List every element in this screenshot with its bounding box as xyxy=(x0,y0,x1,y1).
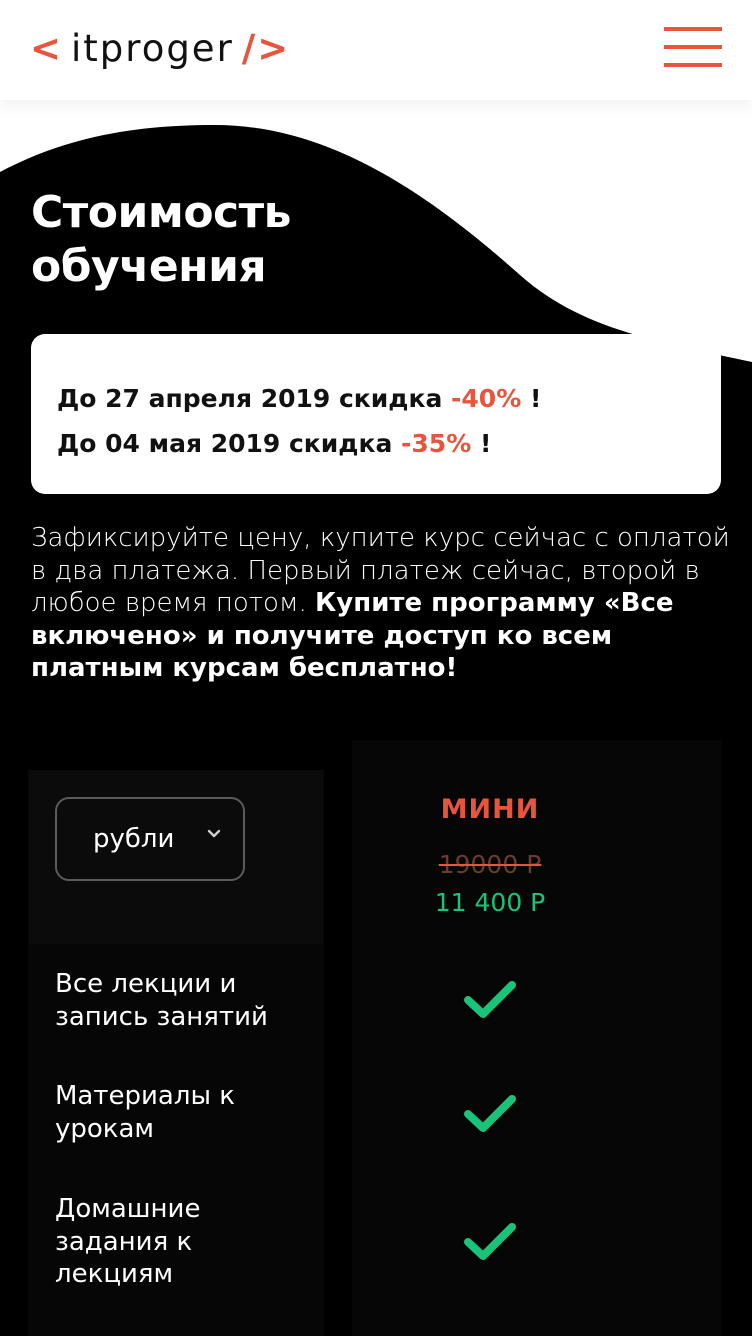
check-icon xyxy=(464,981,516,1018)
discount-text: До 04 мая 2019 скидка xyxy=(57,429,402,458)
pricing-description: Зафиксируйте цену, купите курс сейчас с … xyxy=(31,522,731,685)
title-line-2: обучения xyxy=(31,241,267,292)
discount-line: До 04 мая 2019 скидка -35% ! xyxy=(57,421,695,466)
hamburger-menu-icon[interactable] xyxy=(664,27,722,67)
burger-line xyxy=(664,63,722,67)
discount-card: До 27 апреля 2019 скидка -40% ! До 04 ма… xyxy=(31,334,721,494)
logo-text: itproger xyxy=(71,26,234,70)
currency-value: рубли xyxy=(93,824,175,854)
chevron-down-icon xyxy=(207,829,221,838)
logo-bracket-right: /> xyxy=(241,26,291,70)
title-line-1: Стоимость xyxy=(31,187,291,238)
itproger-logo[interactable]: < itproger /> xyxy=(30,26,290,70)
discount-percent: -40% xyxy=(451,384,522,413)
discount-suffix: ! xyxy=(471,429,492,458)
feature-label: Все лекции и запись занятий xyxy=(55,969,268,1032)
plan-name: МИНИ xyxy=(440,794,540,825)
burger-line xyxy=(664,45,722,49)
discount-percent: -35% xyxy=(401,429,472,458)
feature-label: Домашние задания к лекциям xyxy=(55,1194,201,1289)
check-icon xyxy=(464,1223,516,1260)
old-price: 19000 Р xyxy=(438,850,542,879)
discount-line: До 27 апреля 2019 скидка -40% ! xyxy=(57,376,695,421)
plan-column-mini xyxy=(352,740,722,1336)
site-header: < itproger /> xyxy=(0,0,752,100)
discount-text: До 27 апреля 2019 скидка xyxy=(57,384,452,413)
currency-select[interactable]: рубли xyxy=(55,797,245,881)
logo-bracket-left: < xyxy=(30,26,64,70)
feature-label: Материалы к урокам xyxy=(55,1081,235,1144)
page-title: Стоимость обучения xyxy=(31,186,451,294)
discount-suffix: ! xyxy=(521,384,542,413)
check-icon xyxy=(464,1095,516,1132)
new-price: 11 400 Р xyxy=(434,888,546,917)
burger-line xyxy=(664,27,722,31)
